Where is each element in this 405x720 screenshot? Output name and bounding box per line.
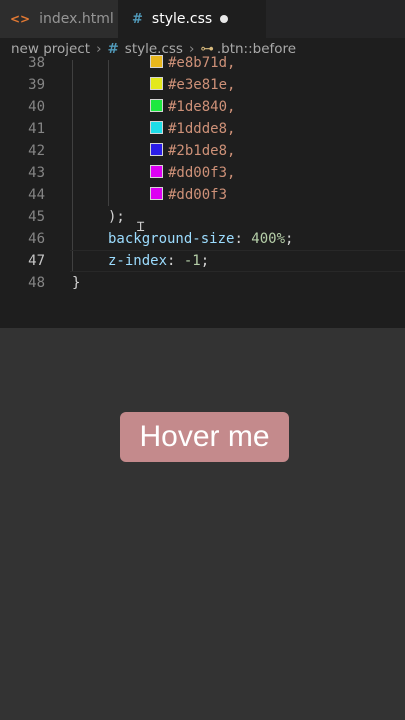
line-number: 40 bbox=[28, 99, 45, 115]
color-swatch[interactable] bbox=[150, 165, 163, 178]
code-line: 41 #1ddde8, bbox=[0, 118, 405, 140]
tab-bar: <> index.html # style.css bbox=[0, 0, 405, 38]
color-swatch[interactable] bbox=[150, 99, 163, 112]
code-line: 46 background-size: 400%; bbox=[0, 228, 405, 250]
code-line: 48 } bbox=[0, 272, 405, 294]
css-file-icon: # bbox=[132, 11, 143, 27]
line-number: 41 bbox=[28, 121, 45, 137]
code-line: 45 ); bbox=[0, 206, 405, 228]
code-line: 40 #1de840, bbox=[0, 96, 405, 118]
color-value: #e8b71d, bbox=[168, 55, 236, 71]
css-property: background-size bbox=[108, 231, 235, 247]
code-text: } bbox=[72, 275, 81, 291]
css-property: z-index bbox=[108, 253, 168, 269]
unsaved-dot-icon[interactable] bbox=[220, 15, 228, 23]
css-value: 400% bbox=[251, 231, 286, 247]
color-value: #1ddde8, bbox=[168, 121, 236, 137]
code-editor: <> index.html # style.css new project › … bbox=[0, 0, 405, 328]
code-line: 39 #e3e81e, bbox=[0, 74, 405, 96]
line-number: 42 bbox=[28, 143, 45, 159]
line-number: 48 bbox=[28, 275, 45, 291]
code-line: 38 #e8b71d, bbox=[0, 52, 405, 74]
line-number: 39 bbox=[28, 77, 45, 93]
code-area[interactable]: 38 #e8b71d, 39 #e3e81e, 40 #1de840, 41 #… bbox=[0, 55, 405, 328]
code-line: 44 #dd00f3 bbox=[0, 184, 405, 206]
code-line: 47 z-index: -1; bbox=[0, 250, 405, 272]
color-value: #1de840, bbox=[168, 99, 236, 115]
color-swatch[interactable] bbox=[150, 187, 163, 200]
color-value: #dd00f3, bbox=[168, 165, 236, 181]
tab-label: index.html bbox=[39, 11, 114, 27]
color-swatch[interactable] bbox=[150, 55, 163, 68]
code-line: 43 #dd00f3, bbox=[0, 162, 405, 184]
color-swatch[interactable] bbox=[150, 77, 163, 90]
line-number: 47 bbox=[28, 253, 45, 269]
code-line: 42 #2b1de8, bbox=[0, 140, 405, 162]
line-number: 44 bbox=[28, 187, 45, 203]
color-swatch[interactable] bbox=[150, 143, 163, 156]
hover-me-button[interactable]: Hover me bbox=[120, 412, 289, 462]
css-value: -1 bbox=[183, 253, 201, 269]
text-cursor-icon: Ɪ bbox=[137, 220, 145, 235]
tab-label: style.css bbox=[151, 11, 213, 27]
color-value: #e3e81e, bbox=[168, 77, 236, 93]
html-file-icon: <> bbox=[10, 12, 31, 26]
color-value: #2b1de8, bbox=[168, 143, 236, 159]
line-number: 38 bbox=[28, 55, 45, 71]
line-number: 45 bbox=[28, 209, 45, 225]
tab-index-html[interactable]: <> index.html bbox=[0, 0, 118, 38]
code-text: ); bbox=[108, 209, 125, 225]
line-number: 46 bbox=[28, 231, 45, 247]
color-swatch[interactable] bbox=[150, 121, 163, 134]
color-value: #dd00f3 bbox=[168, 187, 228, 203]
line-number: 43 bbox=[28, 165, 45, 181]
tab-style-css[interactable]: # style.css bbox=[118, 0, 266, 38]
